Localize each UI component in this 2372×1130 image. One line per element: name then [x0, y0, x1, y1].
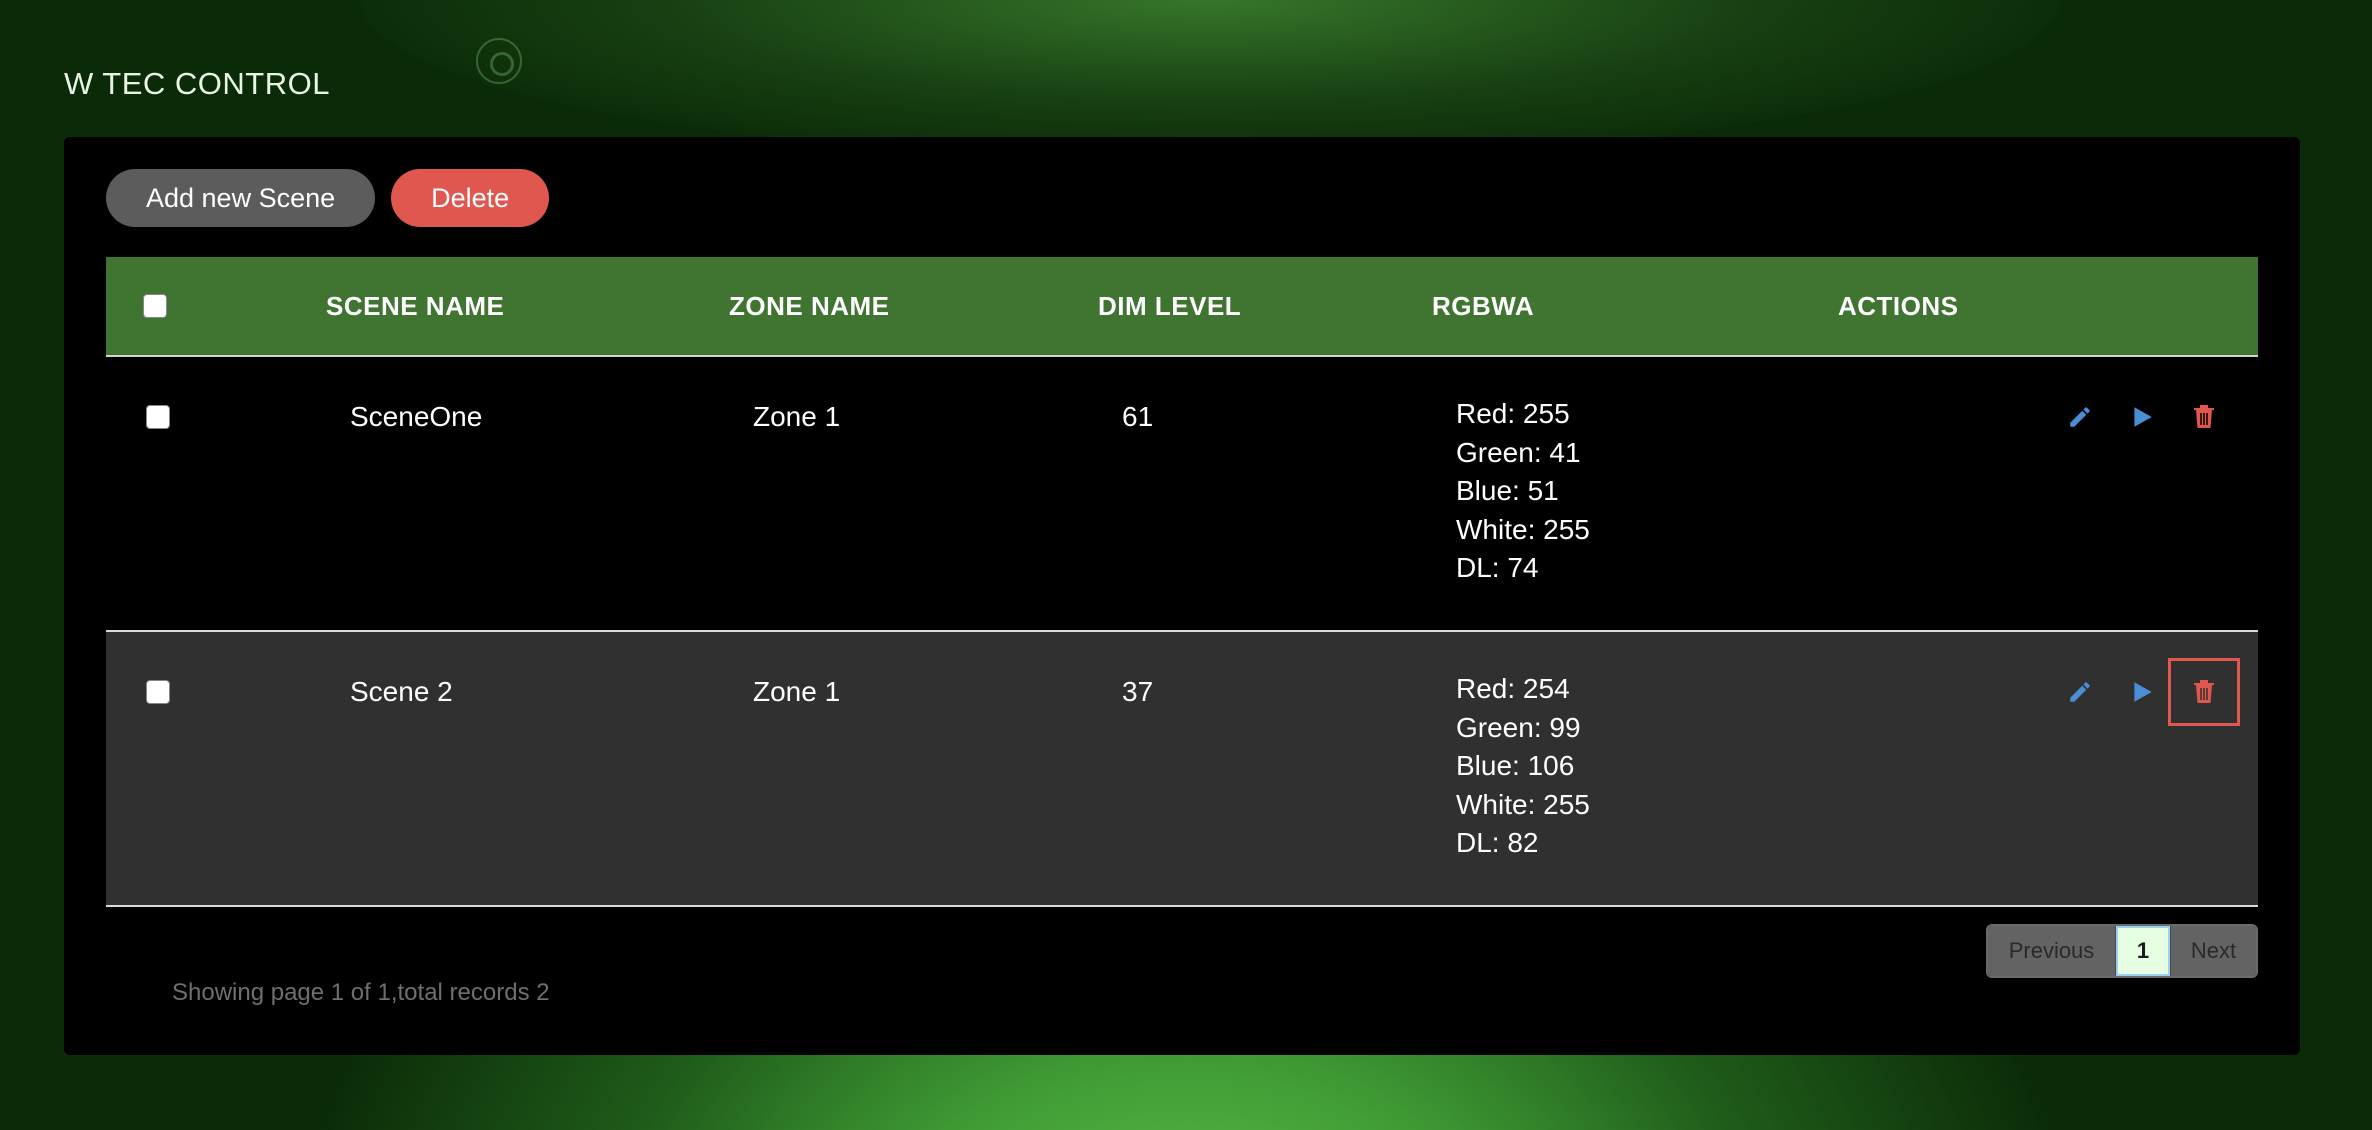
rgbwa-white: White: 255	[1456, 788, 1590, 820]
rgbwa-red: Red: 255	[1456, 398, 1570, 429]
scenes-table: SCENE NAME ZONE NAME DIM LEVEL RGBWA ACT…	[106, 257, 2258, 907]
rgbwa-green: Green: 41	[1456, 436, 1581, 468]
scene-name: Scene 2	[350, 676, 453, 707]
background-glow	[360, 0, 2060, 160]
table-row: SceneOne Zone 1 61 Red: 255 Green: 41 Bl…	[106, 357, 2258, 632]
rgbwa-values: Red: 255 Green: 41 Blue: 51 White: 255 D…	[1456, 395, 1590, 588]
play-icon	[2134, 407, 2152, 427]
select-all-checkbox[interactable]	[143, 294, 167, 318]
rgbwa-green: Green: 99	[1456, 711, 1581, 743]
rgbwa-red: Red: 254	[1456, 673, 1570, 704]
edit-scene-button[interactable]	[2060, 672, 2100, 712]
trash-icon	[2194, 405, 2214, 428]
column-header-zone-name: ZONE NAME	[729, 290, 890, 321]
rgbwa-dl: DL: 82	[1456, 827, 1539, 858]
rgbwa-blue: Blue: 51	[1456, 475, 1559, 506]
pagination: Previous 1 Next	[1986, 924, 2258, 978]
trash-icon	[2194, 680, 2214, 703]
zone-name: Zone 1	[753, 401, 841, 432]
delete-button[interactable]: Delete	[391, 169, 550, 227]
table-row: Scene 2 Zone 1 37 Red: 254 Green: 99 Blu…	[106, 632, 2258, 907]
play-scene-button[interactable]	[2122, 672, 2162, 712]
add-scene-button[interactable]: Add new Scene	[106, 169, 376, 227]
toolbar: Add new Scene Delete	[106, 169, 550, 227]
target-ring-icon	[476, 38, 522, 84]
column-header-dim-level: DIM LEVEL	[1098, 290, 1242, 321]
table-header: SCENE NAME ZONE NAME DIM LEVEL RGBWA ACT…	[106, 257, 2258, 357]
rgbwa-blue: Blue: 106	[1456, 750, 1575, 781]
rgbwa-values: Red: 254 Green: 99 Blue: 106 White: 255 …	[1456, 670, 1590, 863]
edit-scene-button[interactable]	[2060, 397, 2100, 437]
play-scene-button[interactable]	[2122, 397, 2162, 437]
scene-name: SceneOne	[350, 401, 483, 432]
delete-scene-button[interactable]	[2168, 658, 2240, 726]
play-icon	[2134, 682, 2152, 702]
row-select-checkbox[interactable]	[146, 405, 170, 429]
page-number-button[interactable]: 1	[2116, 926, 2170, 976]
app-title: W TEC CONTROL	[64, 66, 330, 101]
row-select-checkbox[interactable]	[146, 680, 170, 704]
pencil-icon	[2070, 682, 2090, 702]
zone-name: Zone 1	[753, 676, 841, 707]
pencil-icon	[2070, 407, 2090, 427]
column-header-actions: ACTIONS	[1838, 290, 1959, 321]
delete-scene-button[interactable]	[2184, 397, 2224, 437]
scenes-panel: Add new Scene Delete SCENE NAME ZONE NAM…	[64, 137, 2300, 1055]
previous-page-button[interactable]: Previous	[1988, 926, 2116, 976]
column-header-rgbwa: RGBWA	[1432, 290, 1535, 321]
dim-level: 61	[1122, 401, 1154, 432]
pagination-status: Showing page 1 of 1,total records 2	[172, 979, 550, 1006]
dim-level: 37	[1122, 676, 1154, 707]
next-page-button[interactable]: Next	[2170, 926, 2256, 976]
rgbwa-dl: DL: 74	[1456, 552, 1539, 583]
column-header-scene-name: SCENE NAME	[326, 290, 505, 321]
rgbwa-white: White: 255	[1456, 513, 1590, 545]
